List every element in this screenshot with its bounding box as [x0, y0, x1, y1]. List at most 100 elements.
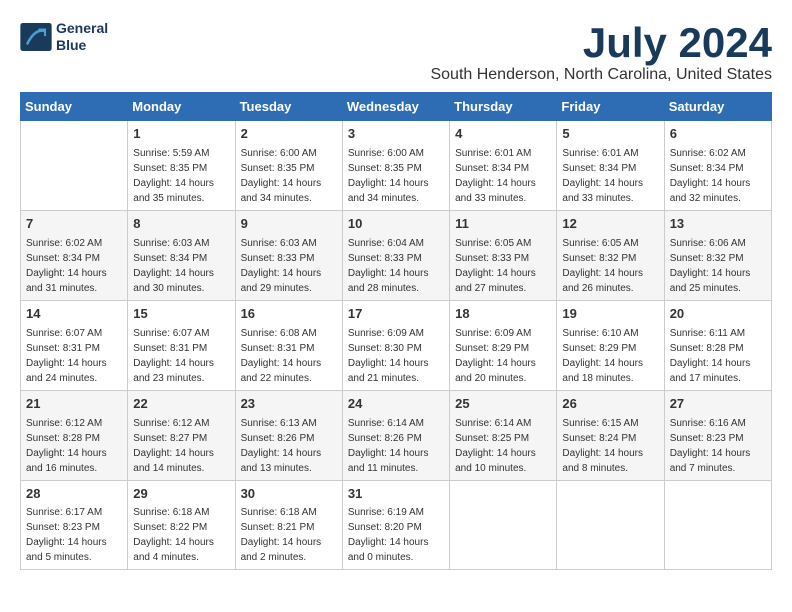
day-number: 19	[562, 305, 658, 324]
day-number: 15	[133, 305, 229, 324]
day-info: Sunrise: 6:01 AM Sunset: 8:34 PM Dayligh…	[562, 146, 658, 206]
day-number: 7	[26, 215, 122, 234]
day-number: 6	[670, 125, 766, 144]
day-info: Sunrise: 6:08 AM Sunset: 8:31 PM Dayligh…	[241, 326, 337, 386]
day-cell: 20 Sunrise: 6:11 AM Sunset: 8:28 PM Dayli…	[664, 300, 771, 390]
day-info: Sunrise: 6:12 AM Sunset: 8:27 PM Dayligh…	[133, 416, 229, 476]
day-info: Sunrise: 6:07 AM Sunset: 8:31 PM Dayligh…	[26, 326, 122, 386]
day-number: 24	[348, 395, 444, 414]
day-info: Sunrise: 6:16 AM Sunset: 8:23 PM Dayligh…	[670, 416, 766, 476]
day-info: Sunrise: 6:14 AM Sunset: 8:25 PM Dayligh…	[455, 416, 551, 476]
day-cell: 6 Sunrise: 6:02 AM Sunset: 8:34 PM Daylig…	[664, 121, 771, 211]
day-number: 27	[670, 395, 766, 414]
day-cell: 24 Sunrise: 6:14 AM Sunset: 8:26 PM Dayli…	[342, 390, 449, 480]
day-cell	[557, 480, 664, 570]
day-number: 2	[241, 125, 337, 144]
day-cell: 7 Sunrise: 6:02 AM Sunset: 8:34 PM Daylig…	[21, 211, 128, 301]
day-cell: 1Sunrise: 5:59 AM Sunset: 8:35 PM Daylig…	[128, 121, 235, 211]
day-info: Sunrise: 6:06 AM Sunset: 8:32 PM Dayligh…	[670, 236, 766, 296]
day-number: 14	[26, 305, 122, 324]
day-cell: 12Sunrise: 6:05 AM Sunset: 8:32 PM Dayli…	[557, 211, 664, 301]
header-cell-monday: Monday	[128, 93, 235, 121]
day-cell: 17Sunrise: 6:09 AM Sunset: 8:30 PM Dayli…	[342, 300, 449, 390]
day-number: 11	[455, 215, 551, 234]
day-number: 8	[133, 215, 229, 234]
day-number: 5	[562, 125, 658, 144]
day-info: Sunrise: 6:18 AM Sunset: 8:22 PM Dayligh…	[133, 505, 229, 565]
week-row-5: 28Sunrise: 6:17 AM Sunset: 8:23 PM Dayli…	[21, 480, 772, 570]
day-cell: 29Sunrise: 6:18 AM Sunset: 8:22 PM Dayli…	[128, 480, 235, 570]
header-cell-thursday: Thursday	[450, 93, 557, 121]
header-row: SundayMondayTuesdayWednesdayThursdayFrid…	[21, 93, 772, 121]
day-cell: 30Sunrise: 6:18 AM Sunset: 8:21 PM Dayli…	[235, 480, 342, 570]
day-info: Sunrise: 6:07 AM Sunset: 8:31 PM Dayligh…	[133, 326, 229, 386]
day-info: Sunrise: 6:05 AM Sunset: 8:32 PM Dayligh…	[562, 236, 658, 296]
day-number: 23	[241, 395, 337, 414]
day-info: Sunrise: 5:59 AM Sunset: 8:35 PM Dayligh…	[133, 146, 229, 206]
day-info: Sunrise: 6:05 AM Sunset: 8:33 PM Dayligh…	[455, 236, 551, 296]
day-info: Sunrise: 6:11 AM Sunset: 8:28 PM Dayligh…	[670, 326, 766, 386]
day-number: 3	[348, 125, 444, 144]
day-info: Sunrise: 6:12 AM Sunset: 8:28 PM Dayligh…	[26, 416, 122, 476]
day-number: 25	[455, 395, 551, 414]
header-cell-sunday: Sunday	[21, 93, 128, 121]
day-cell: 2 Sunrise: 6:00 AM Sunset: 8:35 PM Daylig…	[235, 121, 342, 211]
calendar-table: SundayMondayTuesdayWednesdayThursdayFrid…	[20, 92, 772, 570]
day-cell: 15 Sunrise: 6:07 AM Sunset: 8:31 PM Dayli…	[128, 300, 235, 390]
day-cell: 27 Sunrise: 6:16 AM Sunset: 8:23 PM Dayli…	[664, 390, 771, 480]
day-info: Sunrise: 6:17 AM Sunset: 8:23 PM Dayligh…	[26, 505, 122, 565]
day-number: 9	[241, 215, 337, 234]
day-cell: 21Sunrise: 6:12 AM Sunset: 8:28 PM Dayli…	[21, 390, 128, 480]
day-info: Sunrise: 6:04 AM Sunset: 8:33 PM Dayligh…	[348, 236, 444, 296]
calendar-subtitle: South Henderson, North Carolina, United …	[430, 66, 772, 84]
day-info: Sunrise: 6:09 AM Sunset: 8:29 PM Dayligh…	[455, 326, 551, 386]
day-number: 28	[26, 485, 122, 504]
day-info: Sunrise: 6:15 AM Sunset: 8:24 PM Dayligh…	[562, 416, 658, 476]
day-info: Sunrise: 6:02 AM Sunset: 8:34 PM Dayligh…	[670, 146, 766, 206]
day-cell	[664, 480, 771, 570]
day-cell: 23 Sunrise: 6:13 AM Sunset: 8:26 PM Dayli…	[235, 390, 342, 480]
day-info: Sunrise: 6:13 AM Sunset: 8:26 PM Dayligh…	[241, 416, 337, 476]
logo: General Blue	[20, 20, 108, 54]
day-info: Sunrise: 6:10 AM Sunset: 8:29 PM Dayligh…	[562, 326, 658, 386]
day-number: 17	[348, 305, 444, 324]
day-number: 30	[241, 485, 337, 504]
day-cell: 18 Sunrise: 6:09 AM Sunset: 8:29 PM Dayli…	[450, 300, 557, 390]
day-cell: 13 Sunrise: 6:06 AM Sunset: 8:32 PM Dayli…	[664, 211, 771, 301]
week-row-1: 1Sunrise: 5:59 AM Sunset: 8:35 PM Daylig…	[21, 121, 772, 211]
day-number: 13	[670, 215, 766, 234]
day-cell: 8Sunrise: 6:03 AM Sunset: 8:34 PM Daylig…	[128, 211, 235, 301]
day-info: Sunrise: 6:18 AM Sunset: 8:21 PM Dayligh…	[241, 505, 337, 565]
day-cell	[450, 480, 557, 570]
day-number: 18	[455, 305, 551, 324]
day-number: 20	[670, 305, 766, 324]
logo-text: General Blue	[56, 20, 108, 54]
day-cell: 9 Sunrise: 6:03 AM Sunset: 8:33 PM Daylig…	[235, 211, 342, 301]
day-info: Sunrise: 6:00 AM Sunset: 8:35 PM Dayligh…	[241, 146, 337, 206]
day-cell: 31Sunrise: 6:19 AM Sunset: 8:20 PM Dayli…	[342, 480, 449, 570]
day-cell: 28Sunrise: 6:17 AM Sunset: 8:23 PM Dayli…	[21, 480, 128, 570]
logo-icon	[20, 23, 52, 51]
day-cell: 25 Sunrise: 6:14 AM Sunset: 8:25 PM Dayli…	[450, 390, 557, 480]
day-info: Sunrise: 6:02 AM Sunset: 8:34 PM Dayligh…	[26, 236, 122, 296]
header-cell-tuesday: Tuesday	[235, 93, 342, 121]
day-number: 4	[455, 125, 551, 144]
day-info: Sunrise: 6:03 AM Sunset: 8:33 PM Dayligh…	[241, 236, 337, 296]
day-number: 22	[133, 395, 229, 414]
calendar-title: July 2024	[430, 20, 772, 66]
day-cell	[21, 121, 128, 211]
week-row-4: 21Sunrise: 6:12 AM Sunset: 8:28 PM Dayli…	[21, 390, 772, 480]
day-number: 16	[241, 305, 337, 324]
day-info: Sunrise: 6:01 AM Sunset: 8:34 PM Dayligh…	[455, 146, 551, 206]
day-number: 29	[133, 485, 229, 504]
day-cell: 3 Sunrise: 6:00 AM Sunset: 8:35 PM Daylig…	[342, 121, 449, 211]
day-info: Sunrise: 6:14 AM Sunset: 8:26 PM Dayligh…	[348, 416, 444, 476]
header-cell-saturday: Saturday	[664, 93, 771, 121]
day-number: 10	[348, 215, 444, 234]
day-number: 26	[562, 395, 658, 414]
day-info: Sunrise: 6:00 AM Sunset: 8:35 PM Dayligh…	[348, 146, 444, 206]
day-cell: 14 Sunrise: 6:07 AM Sunset: 8:31 PM Dayli…	[21, 300, 128, 390]
day-cell: 10 Sunrise: 6:04 AM Sunset: 8:33 PM Dayli…	[342, 211, 449, 301]
day-cell: 26 Sunrise: 6:15 AM Sunset: 8:24 PM Dayli…	[557, 390, 664, 480]
header-cell-wednesday: Wednesday	[342, 93, 449, 121]
